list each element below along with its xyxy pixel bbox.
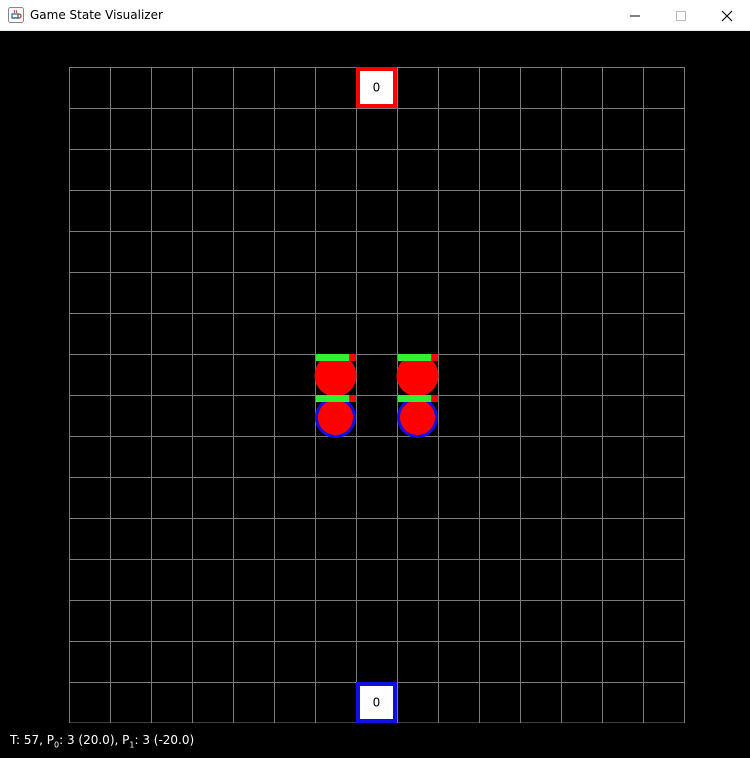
- minimize-button[interactable]: [612, 0, 658, 31]
- status-p1-score: : 3 (-20.0): [134, 733, 195, 747]
- red-unit-ringed[interactable]: [315, 397, 356, 438]
- red-unit-ringed[interactable]: [397, 397, 438, 438]
- game-board: 00: [69, 67, 685, 723]
- unit-health-bar: [398, 354, 432, 361]
- status-p0-score: : 3 (20.0), P: [59, 733, 130, 747]
- blue-base-count: 0: [373, 696, 381, 710]
- unit-health-bar: [316, 354, 350, 361]
- maximize-icon: [676, 10, 686, 21]
- title-bar: Game State Visualizer: [0, 0, 750, 31]
- status-turn: T: 57, P: [10, 733, 55, 747]
- window-title: Game State Visualizer: [30, 8, 163, 22]
- unit-health-bar: [398, 395, 432, 402]
- maximize-button[interactable]: [658, 0, 704, 31]
- status-line: T: 57, P0: 3 (20.0), P1: 3 (-20.0): [10, 733, 194, 749]
- game-canvas[interactable]: 00 T: 57, P0: 3 (20.0), P1: 3 (-20.0): [0, 31, 750, 758]
- close-icon: [721, 10, 733, 21]
- close-button[interactable]: [704, 0, 750, 31]
- java-app-icon: [8, 7, 24, 23]
- red-base-count: 0: [373, 81, 381, 95]
- unit-health-bar: [316, 395, 350, 402]
- minimize-icon: [630, 15, 640, 16]
